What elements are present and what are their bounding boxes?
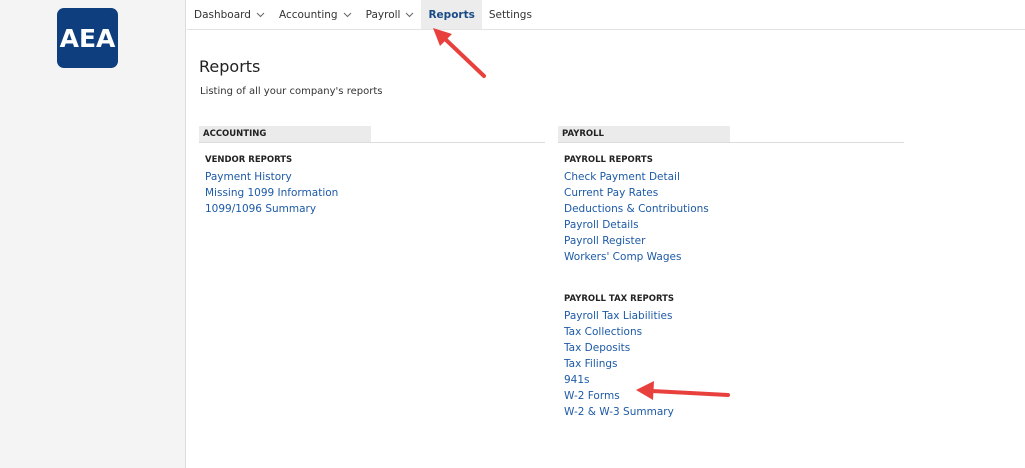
accounting-section: ACCOUNTING VENDOR REPORTS Payment Histor… <box>199 126 545 217</box>
chevron-down-icon <box>256 10 265 19</box>
nav-settings-label: Settings <box>488 8 532 21</box>
list-item: W-2 & W-3 Summary <box>564 404 904 420</box>
941s-link[interactable]: 941s <box>564 374 590 386</box>
payroll-register-link[interactable]: Payroll Register <box>564 235 645 247</box>
list-item: Payroll Details <box>564 217 904 233</box>
w2-forms-link[interactable]: W-2 Forms <box>564 390 620 402</box>
list-item: Missing 1099 Information <box>205 185 545 201</box>
nav-accounting-label: Accounting <box>278 8 338 21</box>
nav-payroll-label: Payroll <box>365 8 401 21</box>
payroll-tax-reports-title: PAYROLL TAX REPORTS <box>564 294 675 304</box>
accounting-header-bar: ACCOUNTING <box>199 126 545 143</box>
annotation-arrow-icon <box>433 28 486 78</box>
payroll-reports-title: PAYROLL REPORTS <box>564 155 653 165</box>
current-pay-rates-link[interactable]: Current Pay Rates <box>564 187 658 199</box>
list-item: Tax Filings <box>564 356 904 372</box>
check-payment-detail-link[interactable]: Check Payment Detail <box>564 171 680 183</box>
tax-collections-link[interactable]: Tax Collections <box>564 326 642 338</box>
workers-comp-wages-link[interactable]: Workers' Comp Wages <box>564 251 681 263</box>
list-item: W-2 Forms <box>564 388 904 404</box>
payroll-reports-list: Check Payment Detail Current Pay Rates D… <box>564 169 904 265</box>
payroll-section: PAYROLL PAYROLL REPORTS Check Payment De… <box>558 126 904 420</box>
list-item: Deductions & Contributions <box>564 201 904 217</box>
payroll-details-link[interactable]: Payroll Details <box>564 219 639 231</box>
nav-dashboard[interactable]: Dashboard <box>187 0 272 29</box>
sidebar: AEA <box>0 0 186 468</box>
list-item: 1099/1096 Summary <box>205 201 545 217</box>
accounting-header: ACCOUNTING <box>199 126 371 142</box>
payroll-header-bar: PAYROLL <box>558 126 904 143</box>
top-navigation: Dashboard Accounting Payroll Reports Set… <box>187 0 1025 30</box>
list-item: Payroll Register <box>564 233 904 249</box>
payroll-tax-reports-list: Payroll Tax Liabilities Tax Collections … <box>564 308 904 420</box>
list-item: 941s <box>564 372 904 388</box>
company-logo[interactable]: AEA <box>57 8 118 68</box>
vendor-reports-title: VENDOR REPORTS <box>205 155 293 165</box>
payroll-tax-liabilities-link[interactable]: Payroll Tax Liabilities <box>564 310 672 322</box>
tax-filings-link[interactable]: Tax Filings <box>564 358 617 370</box>
list-item: Payroll Tax Liabilities <box>564 308 904 324</box>
payroll-header: PAYROLL <box>558 126 730 142</box>
list-item: Payment History <box>205 169 545 185</box>
nav-accounting[interactable]: Accounting <box>272 0 359 29</box>
payment-history-link[interactable]: Payment History <box>205 171 292 183</box>
deductions-contributions-link[interactable]: Deductions & Contributions <box>564 203 709 215</box>
list-item: Tax Deposits <box>564 340 904 356</box>
page-subtitle: Listing of all your company's reports <box>200 86 383 97</box>
chevron-down-icon <box>343 10 352 19</box>
1099-1096-summary-link[interactable]: 1099/1096 Summary <box>205 203 316 215</box>
nav-settings[interactable]: Settings <box>482 0 539 29</box>
nav-payroll[interactable]: Payroll <box>359 0 422 29</box>
page-title: Reports <box>199 57 261 76</box>
list-item: Current Pay Rates <box>564 185 904 201</box>
nav-dashboard-label: Dashboard <box>194 8 251 21</box>
vendor-reports-list: Payment History Missing 1099 Information… <box>205 169 545 217</box>
missing-1099-link[interactable]: Missing 1099 Information <box>205 187 338 199</box>
list-item: Workers' Comp Wages <box>564 249 904 265</box>
nav-reports-label: Reports <box>428 8 475 21</box>
w2-w3-summary-link[interactable]: W-2 & W-3 Summary <box>564 406 674 418</box>
list-item: Tax Collections <box>564 324 904 340</box>
chevron-down-icon <box>405 10 414 19</box>
list-item: Check Payment Detail <box>564 169 904 185</box>
nav-reports[interactable]: Reports <box>421 0 482 29</box>
tax-deposits-link[interactable]: Tax Deposits <box>564 342 630 354</box>
